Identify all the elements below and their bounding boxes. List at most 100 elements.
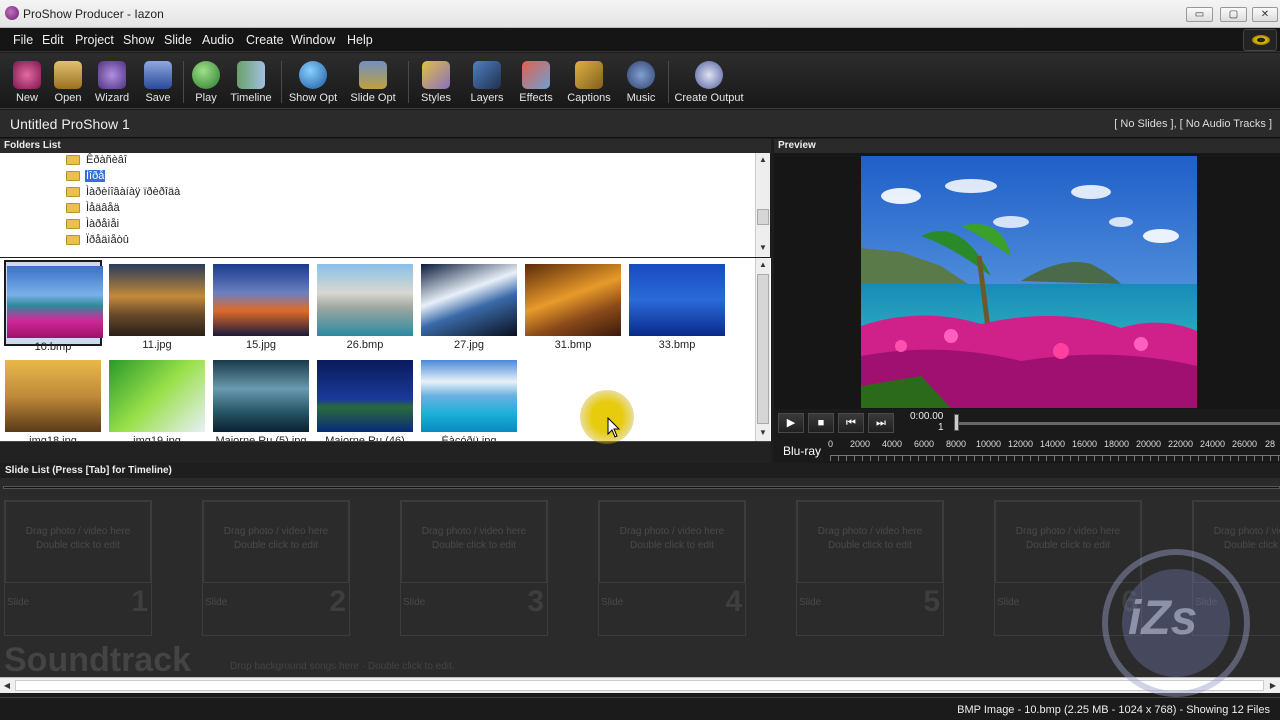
status-bar: BMP Image - 10.bmp (2.25 MB - 1024 x 768…	[0, 697, 1280, 720]
scroll-up-icon[interactable]: ▲	[756, 153, 770, 167]
folder-icon	[66, 171, 80, 182]
next-button[interactable]: ⏭	[868, 413, 894, 433]
scrub-handle[interactable]	[954, 414, 959, 431]
menu-edit[interactable]: Edit	[42, 33, 64, 47]
slide-slot[interactable]: Drag photo / video hereDouble click to e…	[202, 500, 350, 636]
folder-item[interactable]: Êðàñèâî	[66, 154, 128, 170]
slide-number: 1	[131, 585, 148, 618]
file-name: 31.bmp	[554, 339, 592, 351]
new-button[interactable]: New	[8, 53, 46, 109]
file-name: 27.jpg	[454, 339, 484, 351]
ruler-tick: 20000	[1136, 439, 1162, 449]
folder-item-selected[interactable]: Ìîðå	[66, 170, 106, 186]
folder-item[interactable]: Ïðåäìåòû	[66, 234, 130, 250]
create-output-button[interactable]: Create Output	[674, 53, 744, 109]
menu-window[interactable]: Window	[291, 33, 335, 47]
folder-scrollbar[interactable]: ▲ ▼	[755, 153, 770, 257]
menu-slide[interactable]: Slide	[164, 33, 192, 47]
maximize-button[interactable]: ▢	[1220, 7, 1247, 22]
play-icon	[192, 61, 220, 89]
file-thumbnail[interactable]: Èàçóðü.jpg	[420, 356, 518, 447]
file-thumbnail[interactable]: img19.jpg	[108, 356, 206, 447]
save-icon	[144, 61, 172, 89]
layers-button[interactable]: Layers	[468, 53, 506, 109]
folder-item[interactable]: Ìàðåìåi	[66, 218, 120, 234]
effects-icon	[522, 61, 550, 89]
scrub-track[interactable]	[954, 422, 1280, 425]
preview-panel: Preview ▶ ■ ⏮ ⏭ 0:00.00 1 Blu-ray 0 2000…	[774, 139, 1280, 463]
effects-button[interactable]: Effects	[516, 53, 556, 109]
file-thumbnail[interactable]: 10.bmp	[4, 260, 103, 353]
slide-hint: Drag photo / video hereDouble click to e…	[817, 526, 923, 551]
menu-project[interactable]: Project	[75, 33, 114, 47]
soundtrack-area[interactable]: Soundtrack Drop background songs here · …	[0, 641, 1280, 679]
scroll-right-icon[interactable]: ▶	[1266, 678, 1280, 693]
file-thumbnail[interactable]: Majorne Ru (46)	[316, 356, 414, 447]
folder-item[interactable]: Ìàðèíîâàíàÿ ïðèðîäà	[66, 186, 181, 202]
music-button[interactable]: Music	[622, 53, 660, 109]
scroll-down-icon[interactable]: ▼	[756, 426, 770, 440]
folder-item[interactable]: Ìåäâåä	[66, 202, 121, 218]
file-thumbnail[interactable]: 31.bmp	[524, 260, 622, 351]
scroll-thumb[interactable]	[15, 680, 1264, 691]
ruler-tick: 24000	[1200, 439, 1226, 449]
project-status: [ No Slides ], [ No Audio Tracks ]	[1114, 118, 1272, 130]
file-thumbnail[interactable]: 11.jpg	[108, 260, 206, 351]
menu-file[interactable]: File	[13, 33, 33, 47]
menu-help[interactable]: Help	[347, 33, 373, 47]
eye-icon	[1252, 35, 1270, 45]
folders-header: Folders List	[0, 139, 771, 153]
preview-image	[861, 156, 1197, 408]
file-thumbnail[interactable]: 27.jpg	[420, 260, 518, 351]
folder-icon	[66, 235, 80, 246]
captions-button[interactable]: Captions	[566, 53, 612, 109]
slide-label: Slide	[205, 597, 228, 608]
show-options-button[interactable]: Show Opt	[288, 53, 338, 109]
slide-slot[interactable]: Drag photo / video hereDouble click to e…	[400, 500, 548, 636]
ruler-tick: 28	[1265, 439, 1276, 449]
file-thumbnail[interactable]: Majorne Ru (5).jpg	[212, 356, 310, 447]
play-preview-button[interactable]: ▶	[778, 413, 804, 433]
close-button[interactable]: ✕	[1252, 7, 1278, 22]
scroll-up-icon[interactable]: ▲	[756, 258, 770, 272]
menu-audio[interactable]: Audio	[202, 33, 234, 47]
styles-button[interactable]: Styles	[418, 53, 454, 109]
slide-slot[interactable]: Drag photo / video hereDouble click to e…	[598, 500, 746, 636]
file-thumbnail[interactable]: 15.jpg	[212, 260, 310, 351]
stop-button[interactable]: ■	[808, 413, 834, 433]
menu-create[interactable]: Create	[246, 33, 284, 47]
play-button[interactable]: Play	[190, 53, 222, 109]
thumbnail-image	[5, 360, 101, 432]
slide-position-bar[interactable]	[3, 486, 1280, 489]
slide-slot[interactable]: Drag photo / video hereDouble click to e…	[4, 500, 152, 636]
thumbnail-image	[213, 264, 309, 336]
folder-tree[interactable]: Êðàñèâî Ìîðå Ìàðèíîâàíàÿ ïðèðîäà Ìåäâåä …	[0, 153, 756, 257]
file-thumbnail[interactable]: 33.bmp	[628, 260, 726, 351]
previous-button[interactable]: ⏮	[838, 413, 864, 433]
wizard-button[interactable]: Wizard	[92, 53, 132, 109]
ruler-tick: 4000	[882, 439, 903, 449]
ruler-tick: 14000	[1040, 439, 1066, 449]
thumbnail-image	[109, 264, 205, 336]
scroll-thumb[interactable]	[757, 209, 769, 225]
soundtrack-title: Soundtrack	[4, 641, 192, 679]
scroll-down-icon[interactable]: ▼	[756, 241, 770, 255]
scroll-thumb[interactable]	[757, 274, 769, 424]
file-thumbnail[interactable]: img18.jpg	[4, 356, 102, 447]
ruler-tick: 22000	[1168, 439, 1194, 449]
effects-label: Effects	[519, 92, 553, 104]
open-button[interactable]: Open	[50, 53, 86, 109]
timeline-button[interactable]: Timeline	[228, 53, 274, 109]
thumbnail-scrollbar[interactable]: ▲ ▼	[755, 258, 770, 441]
slide-slot[interactable]: Drag photo / video hereDouble click to e…	[796, 500, 944, 636]
timeline-icon	[237, 61, 265, 89]
file-name: 10.bmp	[34, 341, 72, 353]
save-button[interactable]: Save	[140, 53, 176, 109]
file-thumbnail[interactable]: 26.bmp	[316, 260, 414, 351]
slide-options-button[interactable]: Slide Opt	[348, 53, 398, 109]
folder-icon	[66, 203, 80, 214]
menu-show[interactable]: Show	[123, 33, 154, 47]
minimize-button[interactable]: ▭	[1186, 7, 1213, 22]
scroll-left-icon[interactable]: ◀	[0, 678, 14, 693]
slide-list-scrollbar[interactable]: ◀ ▶	[0, 677, 1280, 693]
